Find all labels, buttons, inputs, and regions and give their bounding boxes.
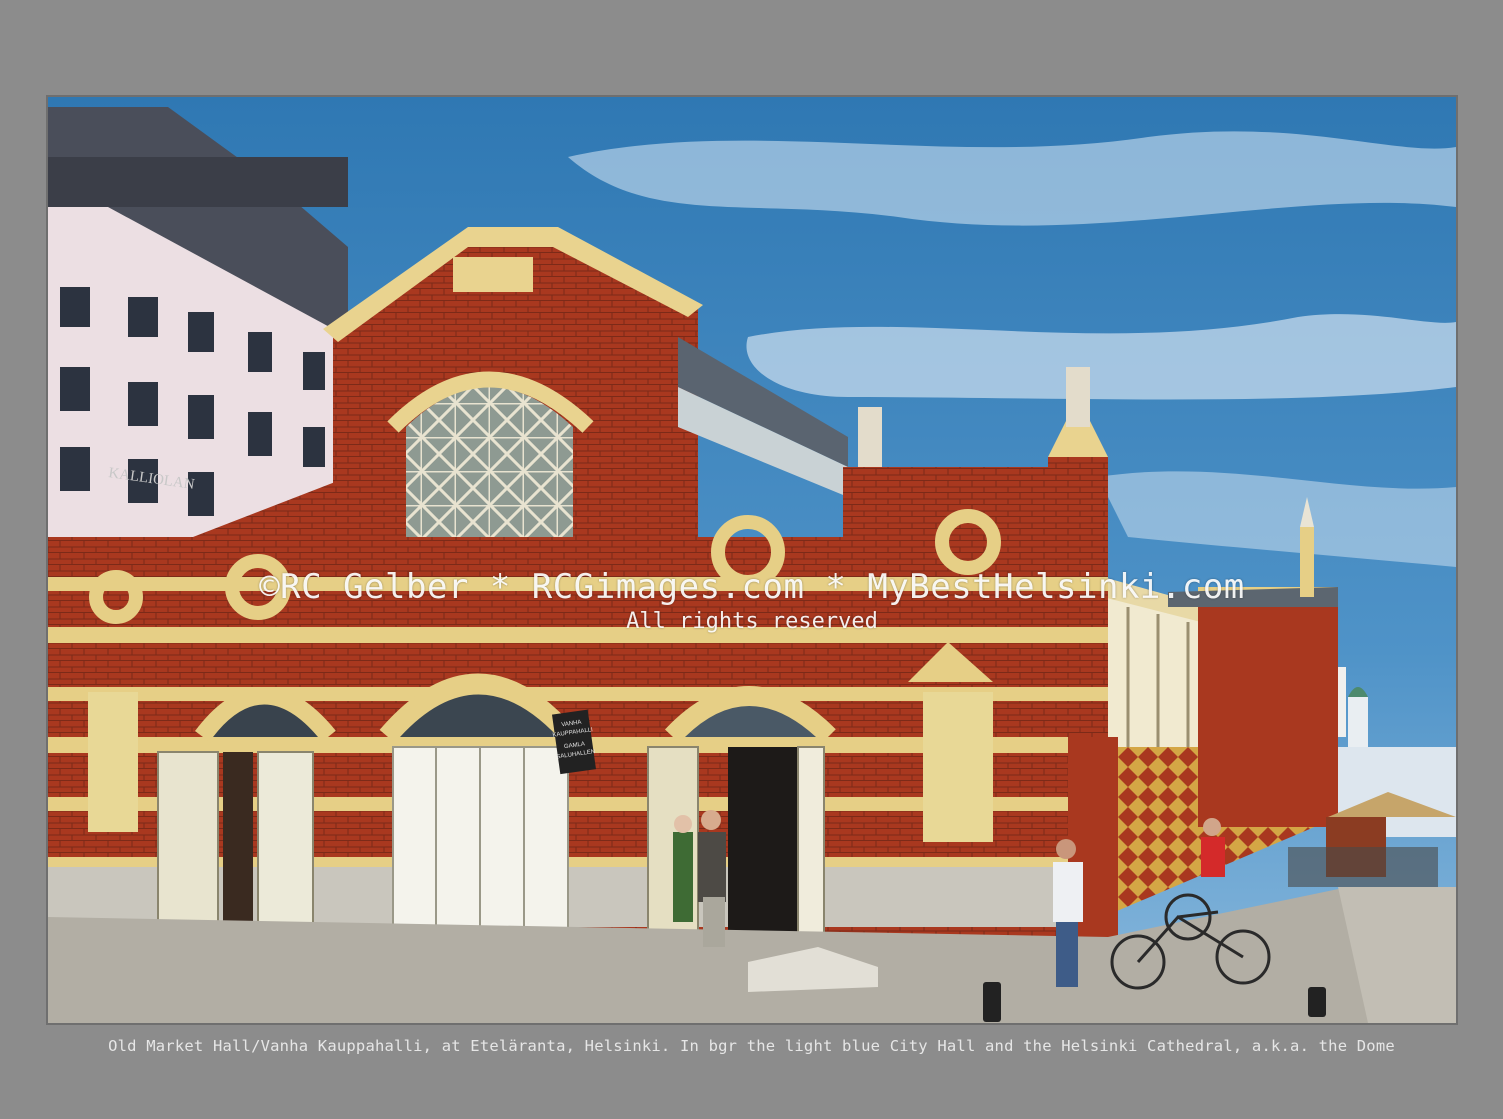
hotel-building: KALLIOLAN	[48, 107, 348, 557]
large-arched-window	[406, 387, 573, 537]
photo-frame: KALLIOLAN VANHA KAUPPAHALLI GAMLA SALUHA…	[46, 95, 1458, 1025]
right-doorway	[728, 747, 800, 937]
old-market-hall-photo: KALLIOLAN VANHA KAUPPAHALLI GAMLA SALUHA…	[48, 97, 1456, 1023]
left-door	[157, 751, 219, 923]
photo-caption: Old Market Hall/Vanha Kauppahalli, at Et…	[108, 1037, 1395, 1055]
